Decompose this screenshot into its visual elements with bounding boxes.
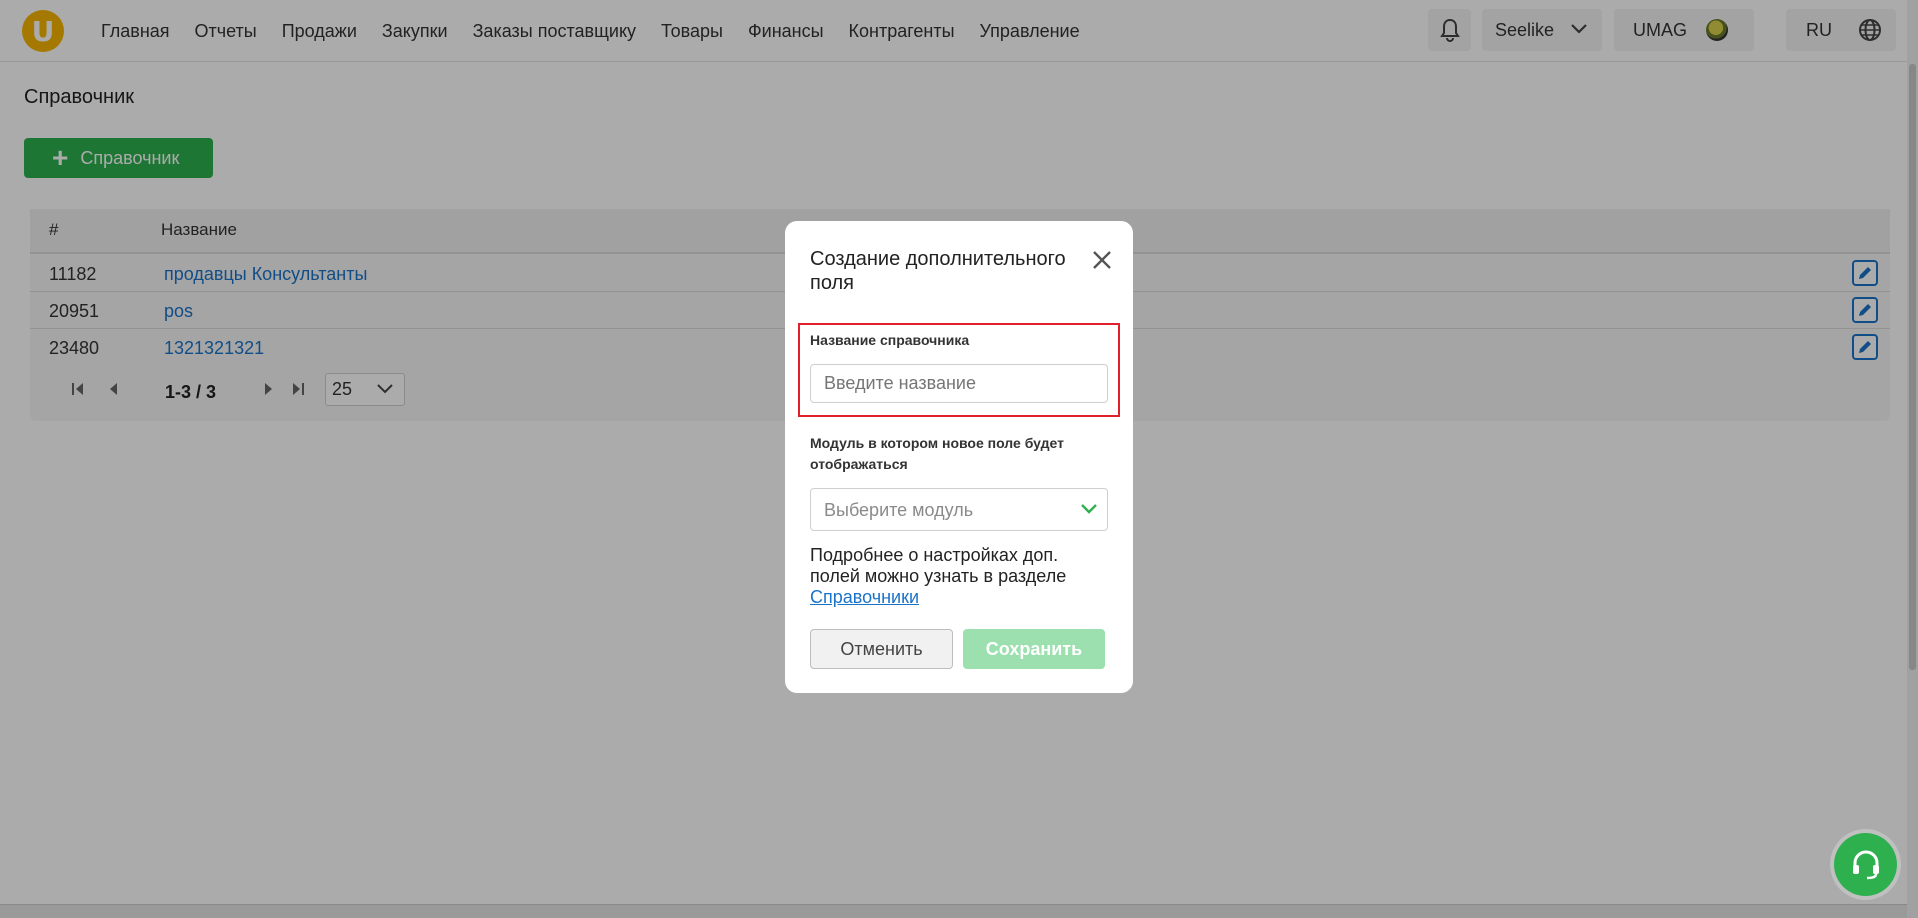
support-chat-button[interactable] [1834, 833, 1897, 896]
reference-name-label: Название справочника [810, 332, 970, 348]
module-label: Модуль в котором новое поле будет отобра… [810, 435, 1064, 472]
reference-books-link[interactable]: Справочники [810, 587, 919, 607]
headset-icon [1852, 850, 1879, 879]
module-select[interactable]: Выберите модуль [810, 488, 1108, 531]
module-select-placeholder: Выберите модуль [824, 500, 974, 520]
close-icon[interactable] [1091, 249, 1113, 271]
cancel-button[interactable]: Отменить [810, 629, 953, 669]
info-description: Подробнее о настройках доп. полей можно … [810, 545, 1067, 586]
create-field-dialog: Создание дополнительного поля Название с… [785, 221, 1133, 693]
reference-name-input[interactable] [810, 364, 1108, 403]
info-text: Подробнее о настройках доп. полей можно … [810, 545, 1110, 608]
dialog-title: Создание дополнительного поля [810, 248, 1066, 294]
chevron-down-icon [1081, 504, 1097, 514]
save-button[interactable]: Сохранить [963, 629, 1105, 669]
